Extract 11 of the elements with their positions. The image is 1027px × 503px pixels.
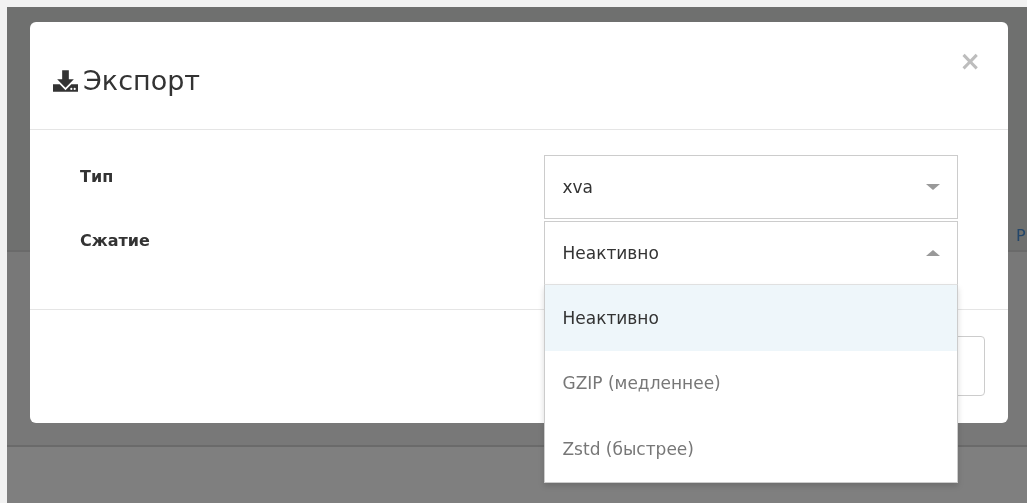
dropdown-option[interactable]: Zstd (быстрее) <box>545 416 957 482</box>
caret-icon <box>926 250 940 256</box>
dialog-title: Экспорт <box>83 65 202 96</box>
dropdown-option[interactable]: Неактивно <box>545 285 957 351</box>
caret-icon <box>926 184 940 190</box>
download-icon <box>53 69 78 92</box>
field-label: Сжатие <box>80 230 151 250</box>
dropdown-option[interactable]: GZIP (медленнее) <box>545 350 957 416</box>
field-label: Тип <box>80 166 115 186</box>
select-field[interactable]: Неактивно <box>544 221 958 285</box>
select-field[interactable]: xva <box>544 155 958 219</box>
